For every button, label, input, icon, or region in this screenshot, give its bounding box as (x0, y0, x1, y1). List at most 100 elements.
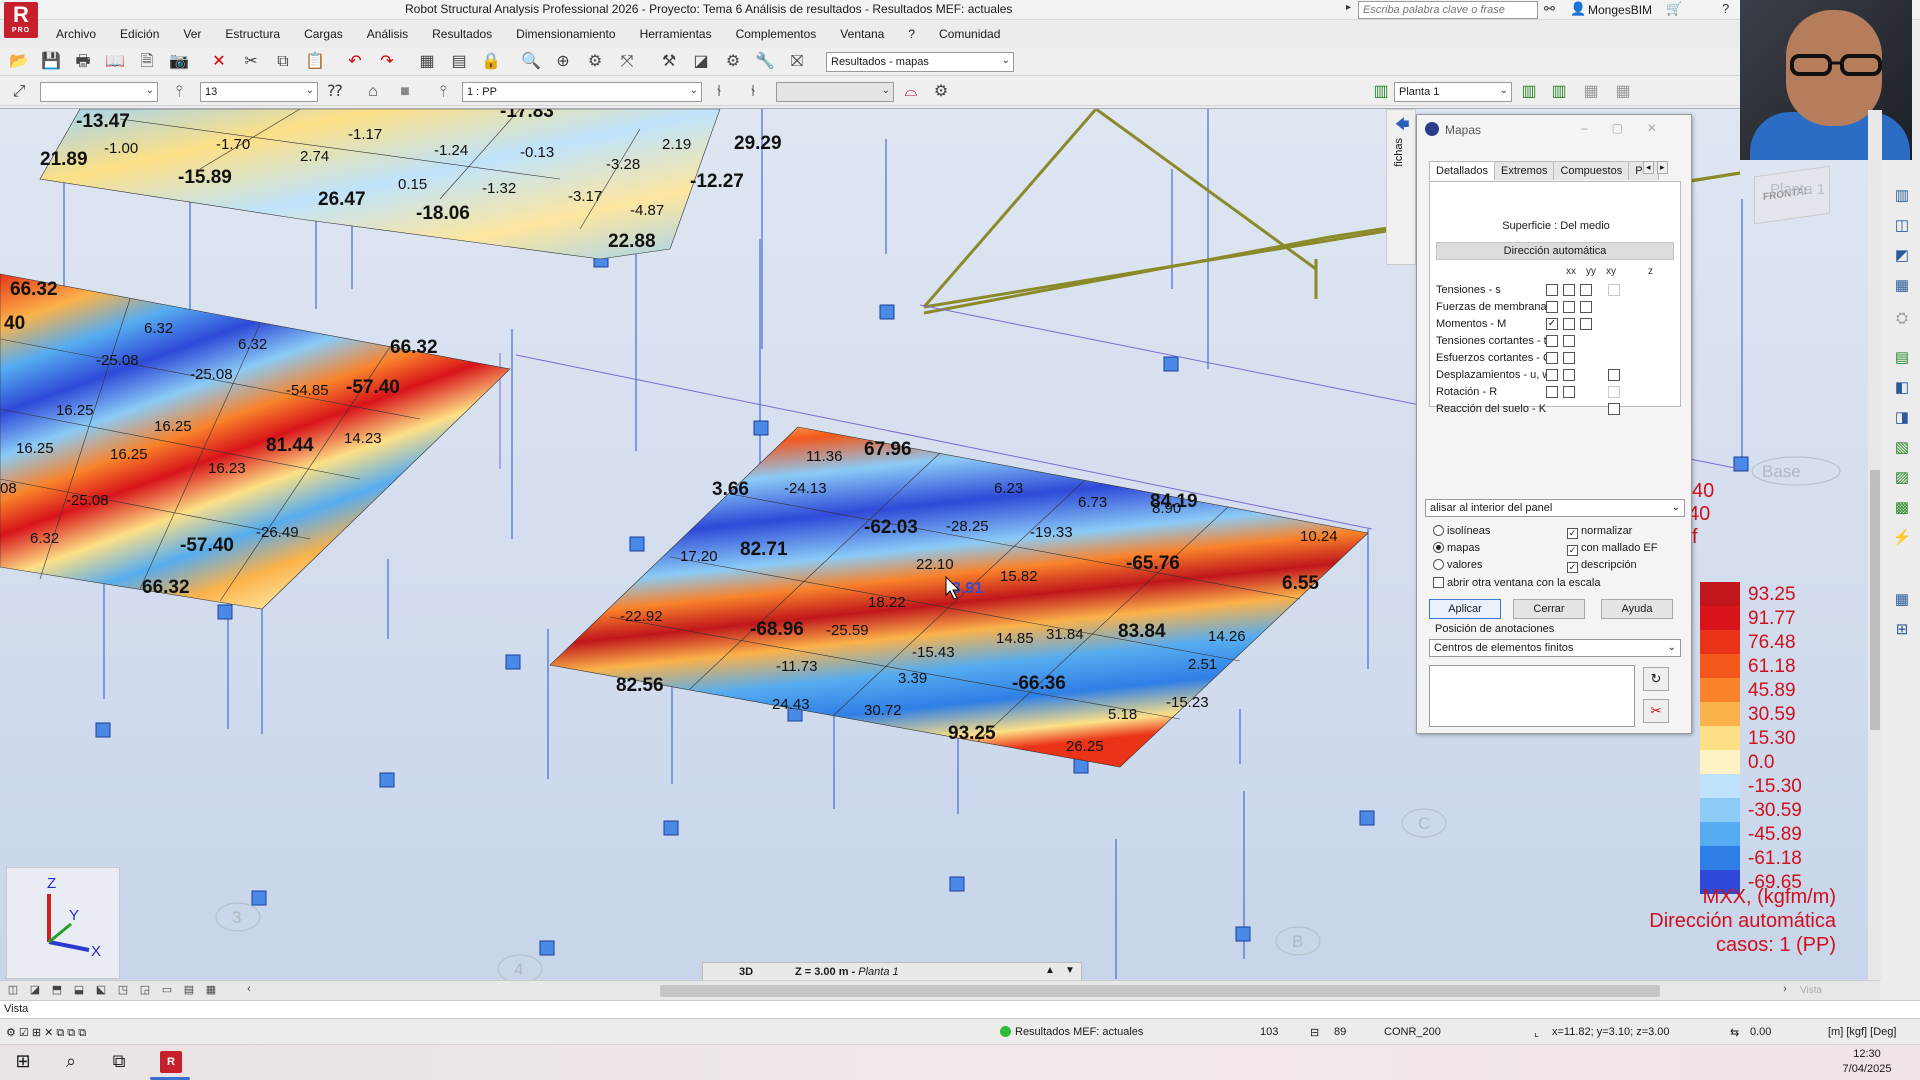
view-icon-2[interactable]: ◪ (26, 983, 44, 999)
zoom-extents-icon[interactable]: ⊕ (552, 52, 574, 72)
frame-icon[interactable]: ⊞ (1890, 620, 1914, 642)
checkbox[interactable] (1563, 335, 1575, 347)
search-expand-icon[interactable]: ▸ (1346, 2, 1351, 13)
design-icon[interactable]: ◪ (690, 52, 712, 72)
scroll-right-icon[interactable]: › (1776, 983, 1794, 999)
radio-values[interactable]: valores (1433, 559, 1482, 571)
arrow-left-icon[interactable]: 🡄 (1395, 114, 1409, 138)
checkbox[interactable] (1546, 301, 1558, 313)
layout-icon[interactable]: ⛝ (786, 52, 808, 72)
apply-button[interactable]: Aplicar (1429, 599, 1501, 619)
wrench-icon[interactable]: 🔧 (754, 52, 776, 72)
menu-item-9[interactable]: Complementos (724, 24, 829, 44)
zoom-icon[interactable]: 🔍 (520, 52, 542, 72)
open-icon[interactable]: 📂 (8, 52, 30, 72)
search-input[interactable] (1358, 1, 1538, 19)
cut-icon[interactable]: ✂ (240, 52, 262, 72)
home-icon[interactable]: ⌂ (362, 82, 384, 102)
slab-icon[interactable]: ▩ (1890, 498, 1914, 520)
task-view-icon[interactable]: ⧉ (106, 1051, 132, 1075)
loads-icon[interactable]: ▧ (1890, 438, 1914, 460)
robot-taskbar-icon[interactable]: R (160, 1051, 182, 1073)
mapas-tab-2[interactable]: Compuestos (1553, 161, 1630, 180)
result-layout-select[interactable]: Resultados - mapas ⌄ (826, 52, 1014, 72)
select-icon[interactable]: ⤢ (8, 82, 30, 102)
checkbox[interactable] (1580, 318, 1592, 330)
calculator-icon[interactable]: ▤ (448, 52, 470, 72)
checkbox-checked[interactable]: ✓ (1546, 318, 1558, 330)
print-composition-icon[interactable]: 🗎 (136, 52, 158, 72)
view-icon-9[interactable]: ▤ (180, 983, 198, 999)
mode-select[interactable]: ⌄ (776, 82, 894, 102)
level-up-icon[interactable]: ▲ (1045, 965, 1055, 976)
checkbox[interactable] (1546, 284, 1558, 296)
checkbox[interactable] (1608, 386, 1620, 398)
view-icon-5[interactable]: ⬕ (92, 983, 110, 999)
selection-help-icon[interactable]: ⁇ (324, 82, 346, 102)
checkbox[interactable] (1546, 335, 1558, 347)
user-name[interactable]: MongesBIM (1588, 3, 1652, 17)
panels-icon[interactable]: ▤ (1890, 348, 1914, 370)
story-help-icon[interactable]: ▥ (1548, 82, 1570, 102)
checkbox[interactable] (1546, 386, 1558, 398)
menu-item-5[interactable]: Análisis (355, 24, 420, 44)
load-case-icon[interactable]: ⫯ (432, 82, 454, 102)
checkbox[interactable] (1563, 284, 1575, 296)
structure-view-icon[interactable]: ⚙ (584, 52, 606, 72)
story-table-icon[interactable]: ▦ (1612, 82, 1634, 102)
tables-icon[interactable]: ▦ (1890, 590, 1914, 612)
check-fe-mesh[interactable]: ✓ con mallado EF (1567, 542, 1657, 556)
menu-item-12[interactable]: Comunidad (927, 24, 1012, 44)
tab-scroll-right-icon[interactable]: ▸ (1657, 161, 1668, 174)
nodes-icon[interactable]: ◫ (1890, 216, 1914, 238)
check-open-scale-window[interactable]: abrir otra ventana con la escala (1433, 577, 1600, 589)
checkbox[interactable] (1563, 386, 1575, 398)
system-clock[interactable]: 12:30 7/04/2025 (1830, 1047, 1904, 1077)
story-select[interactable]: Planta 1 ⌄ (1394, 82, 1512, 102)
menu-item-6[interactable]: Resultados (420, 24, 504, 44)
copy-icon[interactable]: ⧉ (272, 52, 294, 72)
help-button[interactable]: Ayuda (1601, 599, 1673, 619)
calculations-icon[interactable]: ⚒ (658, 52, 680, 72)
view-icon-1[interactable]: ◫ (4, 983, 22, 999)
checkbox-checked[interactable]: ✓ (1567, 528, 1578, 539)
view-icon-8[interactable]: ▭ (158, 983, 176, 999)
mapas-tab-0[interactable]: Detallados (1429, 161, 1495, 180)
vertical-scrollbar[interactable] (1868, 110, 1882, 980)
side-tab-label[interactable]: fichas (1393, 138, 1405, 167)
scroll-left-icon[interactable]: ‹ (240, 983, 258, 999)
check-normalize[interactable]: ✓ normalizar (1567, 525, 1632, 539)
section-icon[interactable]: ⌓ (900, 82, 922, 102)
cart-icon[interactable]: 🛒 (1666, 1, 1682, 17)
lock-icon[interactable]: 🔒 (480, 52, 502, 72)
delete-annotation-icon[interactable]: ✂ (1643, 699, 1669, 723)
close-button[interactable]: Cerrar (1513, 599, 1585, 619)
menu-item-4[interactable]: Cargas (292, 24, 355, 44)
checkbox[interactable] (1563, 369, 1575, 381)
menu-item-8[interactable]: Herramientas (628, 24, 724, 44)
element-number-field[interactable]: 13 ⌄ (200, 82, 318, 102)
undo-icon[interactable]: ↶ (344, 52, 366, 72)
radio-maps[interactable]: mapas (1433, 542, 1480, 554)
bars-icon[interactable]: ◩ (1890, 246, 1914, 268)
releases-icon[interactable]: ◧ (1890, 378, 1914, 400)
screen-capture-icon[interactable]: 📷 (168, 52, 190, 72)
status-icons[interactable]: ⚙ ☑ ⊞ ✕ ⧉ ⧉ ⧉ (6, 1026, 86, 1040)
menu-item-11[interactable]: ? (896, 24, 927, 44)
checkbox[interactable] (1563, 352, 1575, 364)
help-icon[interactable]: ? (1722, 1, 1729, 16)
check-description[interactable]: ✓ descripción (1567, 559, 1637, 573)
view-icon-4[interactable]: ⬓ (70, 983, 88, 999)
print-icon[interactable]: 🖶 (72, 52, 94, 72)
checkbox[interactable] (1563, 301, 1575, 313)
mapas-dialog[interactable]: Mapas –▢✕ DetalladosExtremosCompuestosPa… (1416, 114, 1692, 734)
print-preview-icon[interactable]: 📖 (104, 52, 126, 72)
checkbox[interactable] (1608, 284, 1620, 296)
selection-field[interactable]: ⌄ (40, 82, 158, 102)
checkbox[interactable] (1546, 369, 1558, 381)
view-mode-3d[interactable]: 3D (739, 966, 753, 978)
scroll-thumb[interactable] (1870, 470, 1880, 730)
refresh-icon[interactable]: ↻ (1643, 667, 1669, 691)
radio-button[interactable] (1433, 525, 1444, 536)
bar-selection-icon[interactable]: ⫯ (168, 82, 190, 102)
